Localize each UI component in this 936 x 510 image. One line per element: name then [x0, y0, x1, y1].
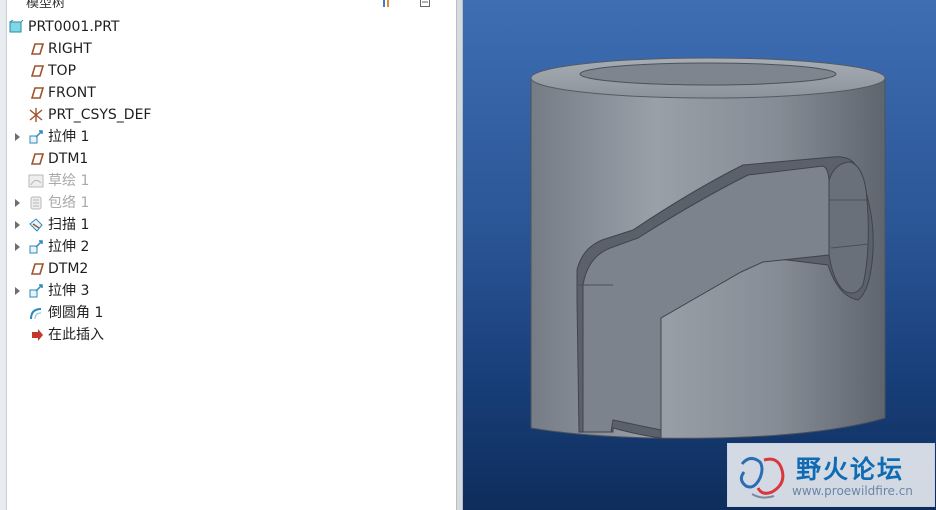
extrude-icon [29, 130, 43, 144]
expand-triangle-icon[interactable] [15, 221, 20, 229]
insert-here-arrow-icon [32, 329, 43, 341]
datum-plane-icon [30, 153, 44, 165]
tree-item[interactable]: 拉伸 1 [6, 126, 456, 148]
tree-item[interactable]: DTM2 [6, 258, 456, 280]
tree-root-item[interactable]: PRT0001.PRT [6, 16, 456, 38]
tree-item-label: 草绘 1 [48, 173, 90, 189]
tree-item-label: TOP [48, 63, 77, 79]
tree-items: RIGHT TOP FRONT PRT_CSYS_DEF 拉伸 1 DTM1 草绘 1 包络 … [6, 38, 456, 346]
model-tree: PRT0001.PRT RIGHT TOP FRONT PRT_CSYS_DEF 拉伸 … [6, 16, 456, 346]
tree-item-label: DTM1 [48, 151, 89, 167]
graphics-viewport[interactable] [463, 0, 936, 510]
tree-item-label: 拉伸 2 [48, 239, 90, 255]
sweep-icon [29, 218, 43, 232]
expand-triangle-icon[interactable] [15, 133, 20, 141]
wrap-icon [30, 196, 42, 210]
watermark-url: www.proewildfire.cn [792, 484, 913, 498]
tree-item-label: FRONT [48, 85, 96, 101]
tree-item[interactable]: 草绘 1 [6, 170, 456, 192]
tree-item-label: DTM2 [48, 261, 89, 277]
tree-item[interactable]: 扫描 1 [6, 214, 456, 236]
extrude-icon [29, 284, 43, 298]
expand-triangle-icon[interactable] [15, 199, 20, 207]
tree-item-label: 拉伸 3 [48, 283, 90, 299]
tree-item-label: 倒圆角 1 [48, 305, 104, 321]
datum-plane-icon [30, 65, 44, 77]
tree-item-label: 在此插入 [48, 327, 104, 343]
settings-columns-icon[interactable] [382, 0, 392, 7]
3d-model-view[interactable] [463, 0, 936, 510]
coordinate-system-icon [29, 108, 43, 122]
part-icon [9, 20, 24, 33]
tree-root-label: PRT0001.PRT [28, 19, 120, 35]
round-icon [30, 308, 42, 320]
model-tree-panel: 模型树 PRT0001.PRT RIGHT TOP FRONT PRT_CSYS_DE… [0, 0, 456, 510]
expand-triangle-icon[interactable] [15, 287, 20, 295]
panel-splitter[interactable] [456, 0, 463, 510]
tree-item-label: PRT_CSYS_DEF [48, 107, 152, 123]
forum-watermark: 野火论坛 www.proewildfire.cn [727, 443, 935, 507]
datum-plane-icon [30, 263, 44, 275]
tree-item-label: 拉伸 1 [48, 129, 90, 145]
model-tree-header: 模型树 [6, 0, 456, 8]
show-options-icon[interactable] [420, 0, 430, 7]
tree-item[interactable]: 拉伸 3 [6, 280, 456, 302]
tree-item[interactable]: TOP [6, 60, 456, 82]
tree-item[interactable]: 在此插入 [6, 324, 456, 346]
tree-item[interactable]: RIGHT [6, 38, 456, 60]
tree-item-label: RIGHT [48, 41, 92, 57]
sketch-icon [28, 174, 44, 188]
tree-item[interactable]: PRT_CSYS_DEF [6, 104, 456, 126]
expand-triangle-icon[interactable] [15, 243, 20, 251]
datum-plane-icon [30, 87, 44, 99]
tree-item[interactable]: 包络 1 [6, 192, 456, 214]
tree-item[interactable]: 倒圆角 1 [6, 302, 456, 324]
cylinder-part [530, 57, 886, 439]
watermark-title: 野火论坛 [796, 455, 905, 484]
tree-item[interactable]: 拉伸 2 [6, 236, 456, 258]
model-tree-title: 模型树 [26, 0, 66, 8]
tree-item[interactable]: FRONT [6, 82, 456, 104]
datum-plane-icon [30, 43, 44, 55]
tree-item-label: 扫描 1 [48, 217, 90, 233]
tree-item-label: 包络 1 [48, 195, 90, 211]
proewildfire-logo-icon [739, 457, 785, 499]
tree-item[interactable]: DTM1 [6, 148, 456, 170]
extrude-icon [29, 240, 43, 254]
